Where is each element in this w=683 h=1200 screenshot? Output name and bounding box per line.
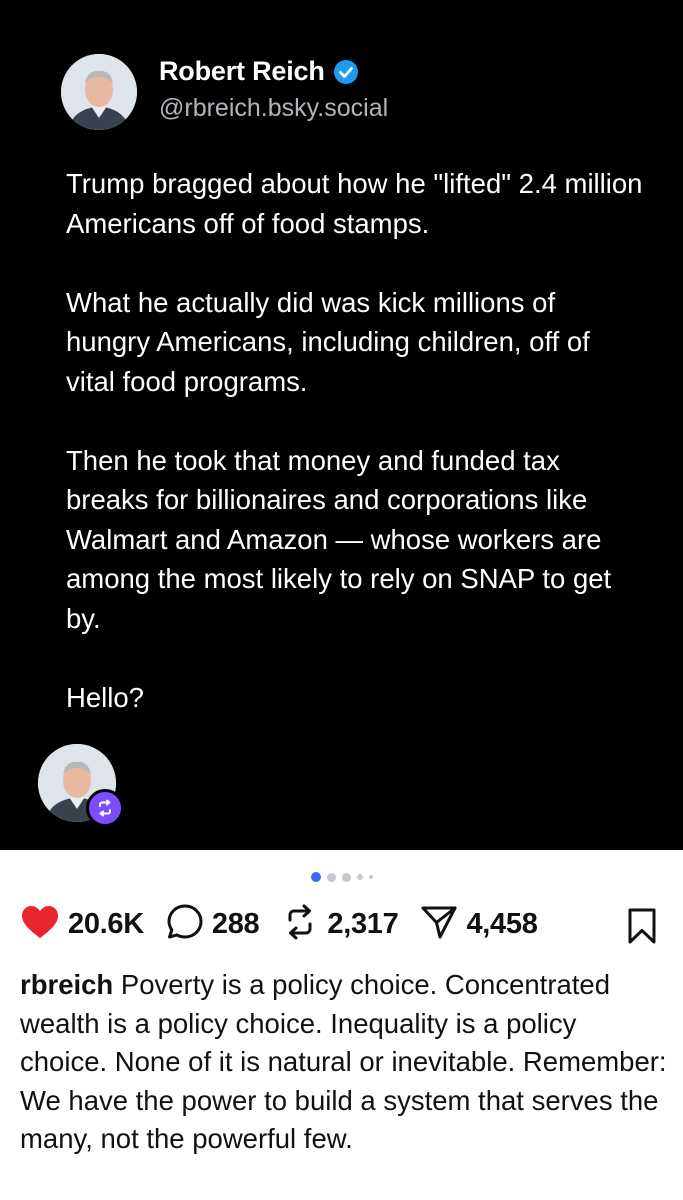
caption-text: Poverty is a policy choice. Concentrated… bbox=[20, 969, 667, 1154]
carousel-dot bbox=[368, 875, 373, 879]
post-caption: rbreich Poverty is a policy choice. Conc… bbox=[20, 966, 670, 1159]
heart-icon bbox=[20, 904, 60, 945]
repost-icon bbox=[86, 789, 124, 827]
post-paragraph: What he actually did was kick millions o… bbox=[66, 286, 590, 397]
post-paragraph: Then he took that money and funded tax b… bbox=[66, 444, 612, 634]
send-icon bbox=[420, 903, 458, 946]
author-name: Robert Reich bbox=[159, 56, 359, 87]
carousel-dot bbox=[341, 872, 351, 882]
like-count: 20.6K bbox=[68, 907, 144, 940]
carousel-indicator[interactable] bbox=[0, 872, 683, 882]
share-button[interactable]: 4,458 bbox=[420, 903, 538, 946]
post-paragraph: Hello? bbox=[66, 681, 144, 713]
author-handle: @rbreich.bsky.social bbox=[159, 94, 389, 122]
repost-count: 2,317 bbox=[327, 907, 399, 940]
save-button[interactable] bbox=[625, 907, 659, 950]
author-avatar bbox=[61, 54, 137, 130]
author-name-text: Robert Reich bbox=[159, 56, 325, 86]
like-button[interactable]: 20.6K bbox=[20, 904, 144, 945]
repost-arrows-icon bbox=[281, 903, 319, 946]
repost-button[interactable]: 2,317 bbox=[281, 903, 399, 946]
post-body: Trump bragged about how he "lifted" 2.4 … bbox=[66, 164, 646, 717]
bookmark-icon bbox=[625, 908, 659, 949]
post-image[interactable]: Robert Reich @rbreich.bsky.social Trump … bbox=[0, 0, 683, 850]
post-paragraph: Trump bragged about how he "lifted" 2.4 … bbox=[66, 168, 643, 239]
share-count: 4,458 bbox=[466, 907, 538, 940]
comment-icon bbox=[166, 903, 204, 946]
action-bar: 20.6K 288 2,317 4,458 bbox=[20, 902, 560, 946]
comment-button[interactable]: 288 bbox=[166, 903, 260, 946]
carousel-dot bbox=[356, 874, 363, 880]
caption-username[interactable]: rbreich bbox=[20, 969, 113, 1000]
comment-count: 288 bbox=[211, 907, 260, 940]
carousel-dot bbox=[326, 872, 336, 882]
carousel-dot-active bbox=[310, 872, 321, 882]
verified-badge-icon bbox=[333, 59, 359, 85]
